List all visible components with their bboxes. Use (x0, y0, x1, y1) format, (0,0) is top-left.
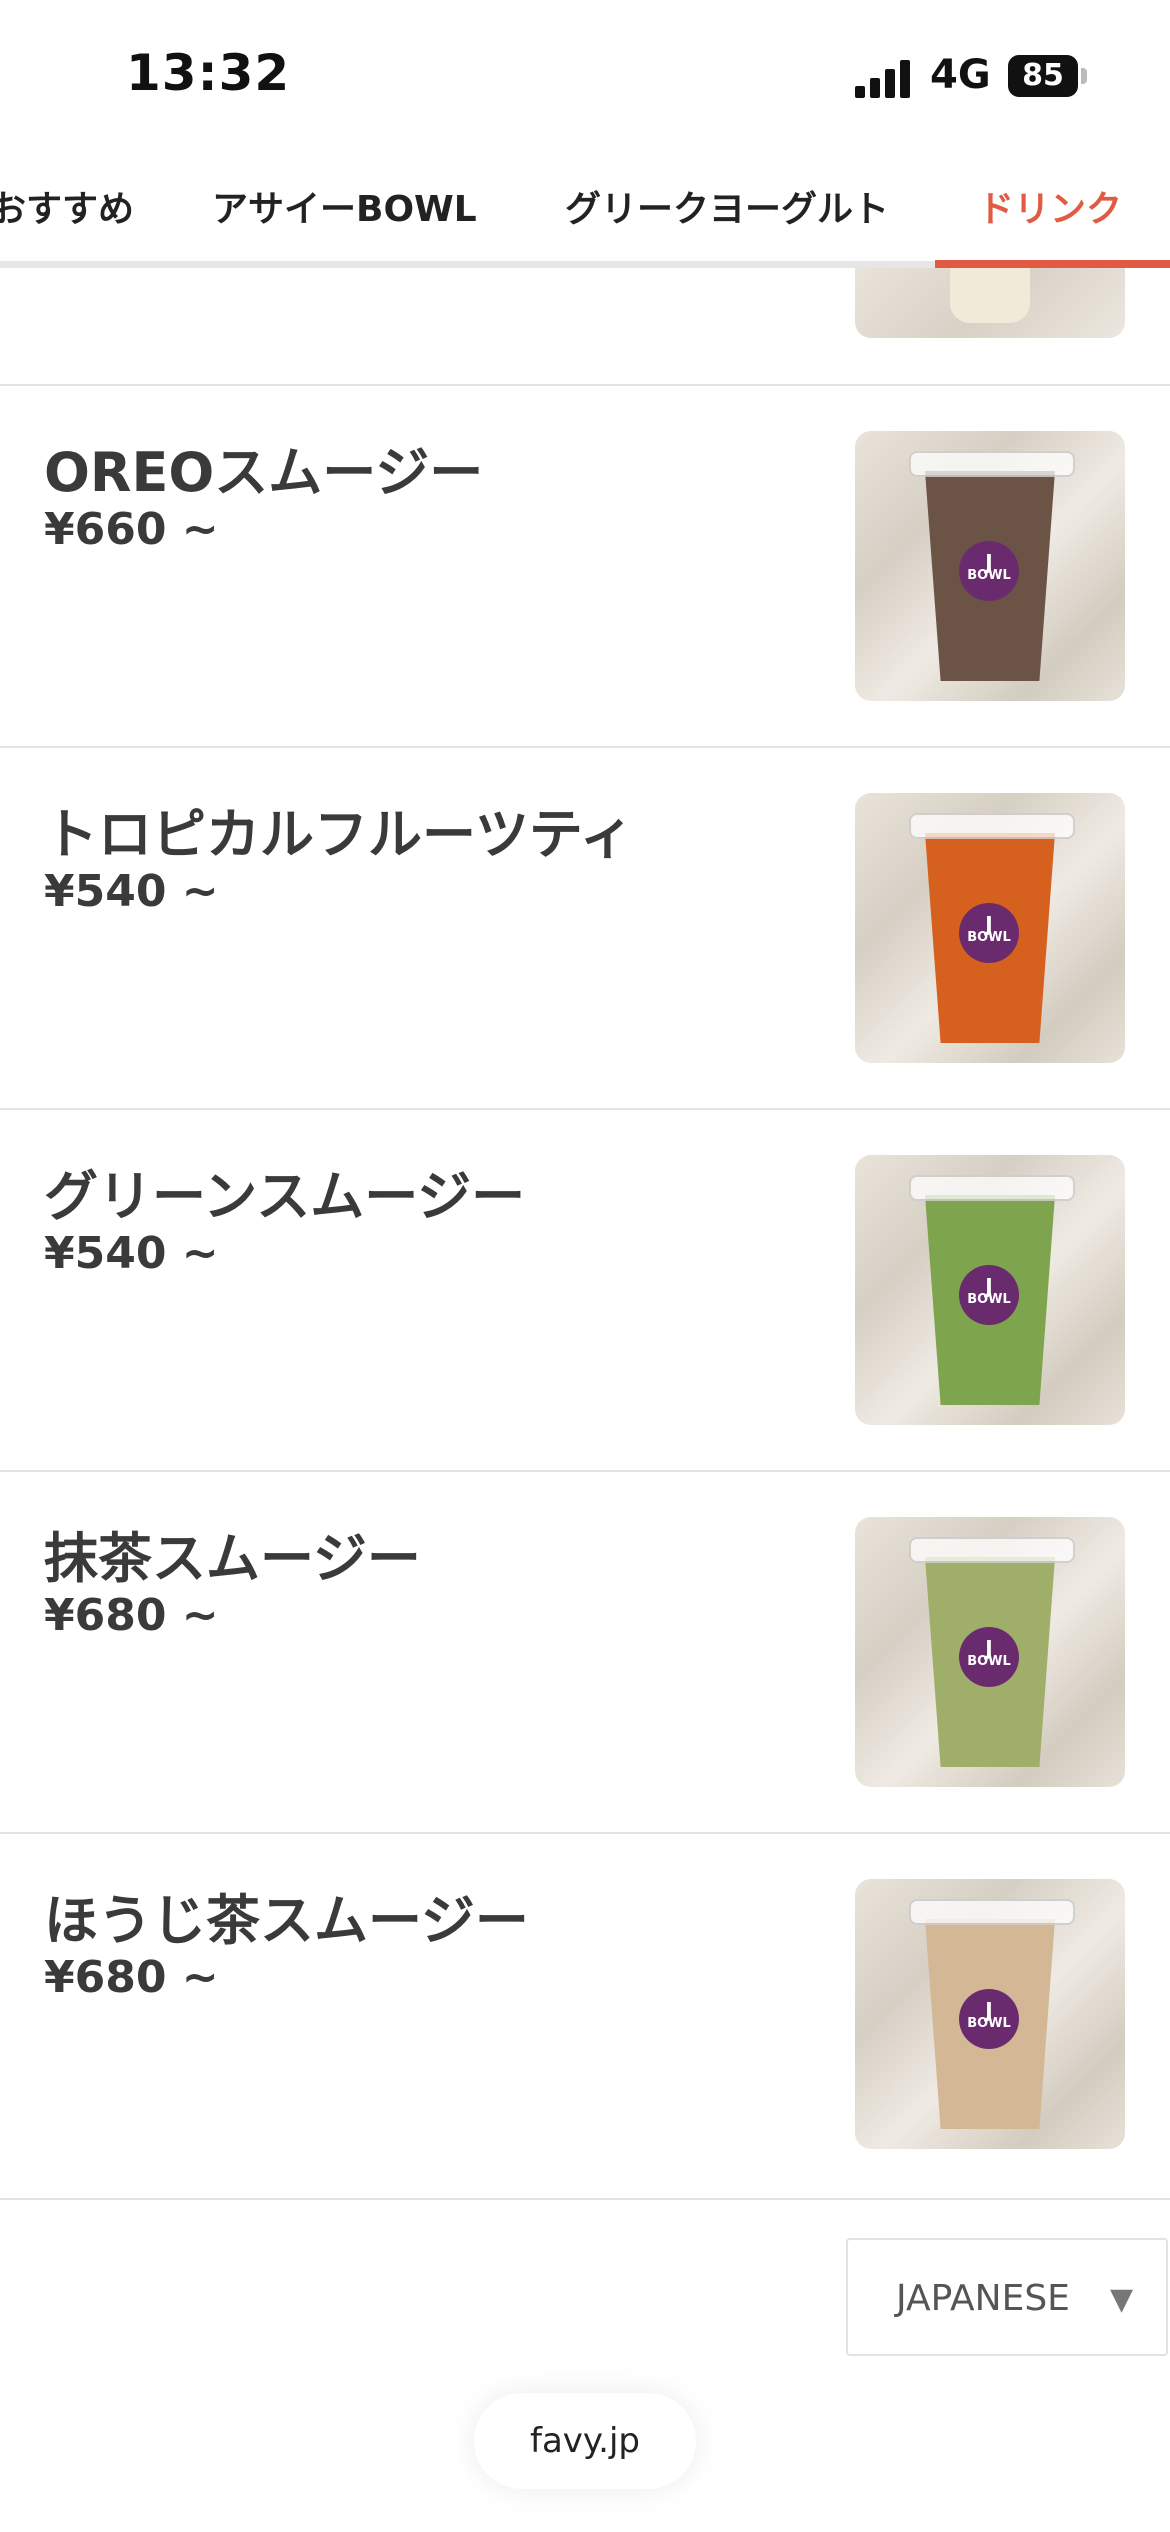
language-select-value: JAPANESE (896, 2278, 1070, 2319)
logo-letter: J (985, 912, 993, 936)
menu-item-price: ¥660 ~ (44, 504, 219, 555)
logo-text: BOWL (967, 568, 1011, 583)
status-time: 13:32 (126, 44, 291, 102)
battery-icon: 85 (1008, 55, 1078, 97)
cup-image (950, 268, 1030, 323)
menu-item-price: ¥540 ~ (44, 866, 219, 917)
menu-item[interactable]: トロピカルフルーツティ ¥540 ~ J BOWL (0, 746, 1170, 1110)
logo-text: BOWL (967, 2016, 1011, 2031)
menu-item[interactable]: OREOスムージー ¥660 ~ J BOWL (0, 384, 1170, 748)
menu-item-image[interactable]: J BOWL (855, 1879, 1125, 2149)
menu-item-price: ¥680 ~ (44, 1590, 219, 1641)
cup-image: J BOWL (909, 1175, 1075, 1407)
cup-image: J BOWL (909, 451, 1075, 683)
jbowl-logo: J BOWL (959, 903, 1019, 963)
cup-lid (909, 451, 1075, 477)
cup-lid (909, 1175, 1075, 1201)
menu-item-image[interactable]: J BOWL (855, 431, 1125, 701)
menu-item-image-partial[interactable] (855, 268, 1125, 338)
active-tab-indicator (935, 260, 1170, 268)
cellular-signal-icon (855, 58, 915, 98)
triangle-down-icon: ▼ (1110, 2282, 1134, 2317)
cup-image: J BOWL (909, 813, 1075, 1045)
cup-lid (909, 813, 1075, 839)
logo-text: BOWL (967, 1292, 1011, 1307)
logo-letter: J (985, 1274, 993, 1298)
tab-recommended[interactable]: おすすめ (0, 180, 134, 232)
category-tabs: おすすめ アサイーBOWL グリークヨーグルト ドリンク (0, 150, 1170, 268)
tab-bar-divider (0, 261, 935, 268)
logo-text: BOWL (967, 930, 1011, 945)
language-select[interactable]: JAPANESE ▼ (846, 2238, 1168, 2356)
tab-acai-bowl[interactable]: アサイーBOWL (212, 180, 477, 232)
jbowl-logo: J BOWL (959, 1265, 1019, 1325)
menu-item-image[interactable]: J BOWL (855, 1517, 1125, 1787)
logo-letter: J (985, 550, 993, 574)
menu-item-name: ほうじ茶スムージー (44, 1889, 529, 1952)
status-bar: 13:32 4G 85 (0, 0, 1170, 150)
logo-letter: J (985, 1998, 993, 2022)
menu-item-name: トロピカルフルーツティ (44, 803, 634, 866)
menu-item-price: ¥680 ~ (44, 1952, 219, 2003)
cup-lid (909, 1537, 1075, 1563)
menu-item-image[interactable]: J BOWL (855, 1155, 1125, 1425)
divider (0, 2198, 1170, 2200)
menu-item-name: グリーンスムージー (44, 1165, 526, 1228)
menu-item[interactable]: ほうじ茶スムージー ¥680 ~ J BOWL (0, 1832, 1170, 2196)
cup-image: J BOWL (909, 1537, 1075, 1769)
logo-text: BOWL (967, 1654, 1011, 1669)
menu-item-name: 抹茶スムージー (44, 1527, 421, 1590)
logo-letter: J (985, 1636, 993, 1660)
jbowl-logo: J BOWL (959, 1627, 1019, 1687)
menu-item[interactable]: グリーンスムージー ¥540 ~ J BOWL (0, 1108, 1170, 1472)
tab-drink[interactable]: ドリンク (978, 180, 1122, 232)
jbowl-logo: J BOWL (959, 1989, 1019, 2049)
menu-item-name: OREOスムージー (44, 441, 484, 504)
network-type: 4G (930, 52, 991, 98)
menu-item-image[interactable]: J BOWL (855, 793, 1125, 1063)
menu-item[interactable]: 抹茶スムージー ¥680 ~ J BOWL (0, 1470, 1170, 1834)
battery-cap (1081, 68, 1087, 84)
tab-greek-yogurt[interactable]: グリークヨーグルト (565, 180, 889, 232)
cup-image: J BOWL (909, 1899, 1075, 2131)
favy-link[interactable]: favy.jp (474, 2393, 696, 2489)
menu-item-price: ¥540 ~ (44, 1228, 219, 1279)
cup-lid (909, 1899, 1075, 1925)
jbowl-logo: J BOWL (959, 541, 1019, 601)
